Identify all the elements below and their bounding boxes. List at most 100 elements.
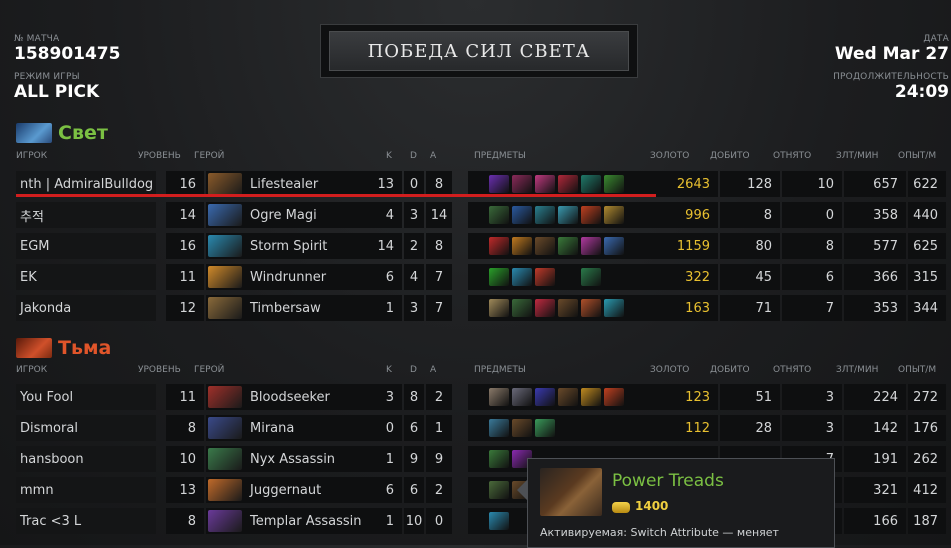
gold-coin-icon xyxy=(612,502,630,513)
hero-portrait-icon[interactable] xyxy=(208,448,242,470)
item-icon[interactable] xyxy=(535,419,555,437)
item-icon[interactable] xyxy=(489,419,509,437)
item-icon[interactable] xyxy=(512,268,532,286)
lh-value: 71 xyxy=(720,295,780,321)
items-cell xyxy=(468,202,658,228)
hero-name: Windrunner xyxy=(250,269,327,285)
level-value: 13 xyxy=(166,477,204,503)
hero-cell[interactable]: Templar Assassin xyxy=(206,508,386,534)
item-icon[interactable] xyxy=(489,481,509,499)
tooltip-item-description: Активируемая: Switch Attribute — меняет xyxy=(540,526,779,539)
item-icon[interactable] xyxy=(558,237,578,255)
match-id-label: № МАТЧА xyxy=(14,34,60,44)
item-icon[interactable] xyxy=(535,237,555,255)
item-icon[interactable] xyxy=(512,299,532,317)
item-icon[interactable] xyxy=(604,299,624,317)
hero-cell[interactable]: Juggernaut xyxy=(206,477,386,503)
tooltip-item-cost: 1400 xyxy=(635,499,669,513)
hero-portrait-icon[interactable] xyxy=(208,386,242,408)
item-icon[interactable] xyxy=(581,268,601,286)
player-name[interactable]: Trac <3 L xyxy=(16,508,156,534)
item-icon[interactable] xyxy=(512,419,532,437)
boots-icon xyxy=(540,468,602,516)
player-name[interactable]: 추적 xyxy=(16,202,156,228)
gpm-value: 191 xyxy=(844,446,906,472)
item-icon[interactable] xyxy=(558,206,578,224)
radiant-player-row[interactable]: EGM 16 Storm Spirit 14 2 8 1159 80 8 577 625 xyxy=(16,233,946,259)
dire-player-row[interactable]: You Fool 11 Bloodseeker 3 8 2 123 51 3 224 272 xyxy=(16,384,946,410)
item-icon[interactable] xyxy=(512,388,532,406)
hero-cell[interactable]: Timbersaw xyxy=(206,295,386,321)
item-icon[interactable] xyxy=(489,206,509,224)
k-value: 3 xyxy=(378,384,402,410)
item-icon[interactable] xyxy=(512,237,532,255)
hero-cell[interactable]: Nyx Assassin xyxy=(206,446,386,472)
hero-portrait-icon[interactable] xyxy=(208,510,242,532)
radiant-header-gpm: ЗЛТ/МИН xyxy=(836,151,879,161)
item-icon[interactable] xyxy=(535,268,555,286)
gpm-value: 142 xyxy=(844,415,906,441)
hero-cell[interactable]: Ogre Magi xyxy=(206,202,386,228)
lh-value: 28 xyxy=(720,415,780,441)
item-icon[interactable] xyxy=(535,206,555,224)
player-name[interactable]: EK xyxy=(16,264,156,290)
item-icon xyxy=(604,268,624,286)
item-icon[interactable] xyxy=(535,299,555,317)
item-icon[interactable] xyxy=(604,237,624,255)
k-value: 4 xyxy=(378,202,402,228)
hero-portrait-icon[interactable] xyxy=(208,479,242,501)
item-icon[interactable] xyxy=(512,175,532,193)
item-icon[interactable] xyxy=(581,175,601,193)
item-icon[interactable] xyxy=(581,388,601,406)
radiant-player-row[interactable]: 추적 14 Ogre Magi 4 3 14 996 8 0 358 440 xyxy=(16,202,946,228)
hero-portrait-icon[interactable] xyxy=(208,266,242,288)
player-name[interactable]: EGM xyxy=(16,233,156,259)
hero-cell[interactable]: Storm Spirit xyxy=(206,233,386,259)
lh-value: 51 xyxy=(720,384,780,410)
level-value: 11 xyxy=(166,384,204,410)
tooltip-item-name: Power Treads xyxy=(612,471,724,491)
dire-player-row[interactable]: Dismoral 8 Mirana 0 6 1 112 28 3 142 176 xyxy=(16,415,946,441)
player-name[interactable]: hansboon xyxy=(16,446,156,472)
player-name[interactable]: mmn xyxy=(16,477,156,503)
game-mode-label: РЕЖИМ ИГРЫ xyxy=(14,72,80,82)
xpm-value: 622 xyxy=(908,171,946,197)
xpm-value: 412 xyxy=(908,477,946,503)
victory-banner-text: ПОБЕДА СИЛ СВЕТА xyxy=(329,31,629,71)
item-icon[interactable] xyxy=(489,237,509,255)
item-icon[interactable] xyxy=(489,512,509,530)
hero-portrait-icon[interactable] xyxy=(208,417,242,439)
item-icon[interactable] xyxy=(558,388,578,406)
item-icon[interactable] xyxy=(489,450,509,468)
item-icon[interactable] xyxy=(604,206,624,224)
item-icon[interactable] xyxy=(489,299,509,317)
hero-portrait-icon[interactable] xyxy=(208,204,242,226)
hero-portrait-icon[interactable] xyxy=(208,235,242,257)
radiant-player-row[interactable]: Jakonda 12 Timbersaw 1 3 7 163 71 7 353 344 xyxy=(16,295,946,321)
gpm-value: 166 xyxy=(844,508,906,534)
date-label: ДАТА xyxy=(923,34,949,44)
item-icon[interactable] xyxy=(558,175,578,193)
player-name[interactable]: You Fool xyxy=(16,384,156,410)
item-icon[interactable] xyxy=(489,175,509,193)
player-name[interactable]: Jakonda xyxy=(16,295,156,321)
item-icon[interactable] xyxy=(512,206,532,224)
item-icon[interactable] xyxy=(581,237,601,255)
item-icon[interactable] xyxy=(489,268,509,286)
player-name[interactable]: Dismoral xyxy=(16,415,156,441)
item-icon[interactable] xyxy=(604,175,624,193)
item-icon[interactable] xyxy=(558,299,578,317)
hero-cell[interactable]: Bloodseeker xyxy=(206,384,386,410)
item-icon[interactable] xyxy=(581,299,601,317)
hero-portrait-icon[interactable] xyxy=(208,297,242,319)
item-icon[interactable] xyxy=(581,206,601,224)
radiant-player-row[interactable]: EK 11 Windrunner 6 4 7 322 45 6 366 315 xyxy=(16,264,946,290)
hero-portrait-icon[interactable] xyxy=(208,173,242,195)
hero-cell[interactable]: Mirana xyxy=(206,415,386,441)
item-icon[interactable] xyxy=(535,175,555,193)
item-icon[interactable] xyxy=(489,388,509,406)
match-duration: 24:09 xyxy=(894,82,949,102)
item-icon[interactable] xyxy=(535,388,555,406)
item-icon[interactable] xyxy=(604,388,624,406)
hero-cell[interactable]: Windrunner xyxy=(206,264,386,290)
